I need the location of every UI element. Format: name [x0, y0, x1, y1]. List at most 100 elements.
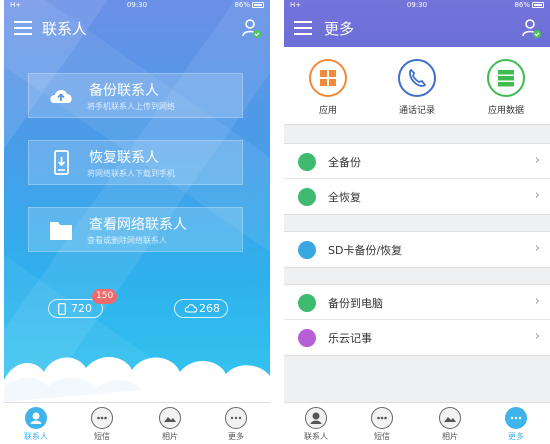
restore-contacts-card[interactable]: 恢复联系人 将网络联系人下载到手机 [28, 140, 243, 185]
list-item-label: 全恢复 [328, 191, 361, 204]
list-item-label: 备份到电脑 [328, 297, 383, 310]
title-bar: 更多 [284, 11, 550, 47]
folder-icon [50, 222, 72, 240]
more-icon [225, 407, 247, 429]
pc-group: 备份到电脑 › 乐云记事 › [284, 284, 550, 356]
person-icon [25, 407, 47, 429]
quick-apps[interactable]: 应用 [296, 59, 360, 116]
clock: 09:30 [406, 1, 428, 9]
quick-app-data[interactable]: 应用数据 [474, 59, 538, 116]
new-contacts-badge: 150 [92, 289, 118, 304]
signal-indicator: H+ [290, 1, 302, 9]
account-icon[interactable] [240, 17, 262, 39]
database-icon [487, 59, 525, 97]
account-icon[interactable] [520, 17, 542, 39]
contacts-screen: H+ 09:30 86% 联系人 备份联系人 将手机联系人上传到网络 恢复联系人… [4, 0, 270, 444]
list-item-sd-card[interactable]: SD卡备份/恢复 › [284, 232, 550, 267]
message-icon [371, 407, 393, 429]
message-icon [91, 407, 113, 429]
more-icon [505, 407, 527, 429]
quick-actions: 应用 通话记录 应用数据 [284, 47, 550, 125]
battery-percent: 86% [514, 1, 530, 9]
tab-more-label: 更多 [228, 432, 244, 441]
photo-icon [439, 407, 461, 429]
tab-messages-label: 短信 [374, 432, 390, 441]
local-count-value: 720 [71, 302, 92, 315]
view-online-contacts-title: 查看网络联系人 [89, 217, 187, 233]
tab-more-label: 更多 [508, 432, 524, 441]
tab-contacts[interactable]: 联系人 [16, 407, 56, 443]
tab-photos-label: 相片 [162, 432, 178, 441]
tab-messages-label: 短信 [94, 432, 110, 441]
view-online-contacts-subtitle: 查看或删除网络联系人 [87, 236, 167, 245]
chevron-right-icon: › [534, 188, 540, 203]
quick-app-data-label: 应用数据 [487, 106, 524, 116]
quick-call-log[interactable]: 通话记录 [385, 59, 449, 116]
list-item-full-restore[interactable]: 全恢复 › [284, 179, 550, 214]
tab-contacts[interactable]: 联系人 [296, 407, 336, 443]
bottom-tab-bar: 联系人 短信 相片 更多 [284, 402, 550, 444]
phone-download-icon [54, 150, 69, 175]
tab-messages[interactable]: 短信 [362, 407, 402, 443]
view-online-contacts-card[interactable]: 查看网络联系人 查看或删除网络联系人 [28, 207, 243, 252]
screen-divider [272, 0, 282, 444]
phone-icon [58, 303, 66, 315]
more-screen: H+ 09:30 86% 更多 应用 通话记录 应用数据 全备份 › 全恢复 ›… [284, 0, 550, 444]
computer-icon [298, 294, 316, 312]
full-backup-icon [298, 153, 316, 171]
battery-icon [252, 2, 264, 8]
cloud-count-value: 268 [199, 302, 220, 315]
backup-contacts-card[interactable]: 备份联系人 将手机联系人上传到网络 [28, 73, 243, 118]
backup-group: 全备份 › 全恢复 › [284, 143, 550, 215]
battery-icon [532, 2, 544, 8]
menu-icon[interactable] [294, 21, 312, 35]
status-bar: H+ 09:30 86% [4, 0, 270, 11]
clouds-decoration [4, 356, 270, 402]
header: H+ 09:30 86% 更多 [284, 0, 550, 47]
page-title: 更多 [324, 20, 355, 38]
list-item-label: SD卡备份/恢复 [328, 244, 403, 257]
person-icon [305, 407, 327, 429]
sd-group: SD卡备份/恢复 › [284, 231, 550, 268]
clock: 09:30 [126, 1, 148, 9]
quick-call-log-label: 通话记录 [398, 106, 435, 116]
list-item-backup-to-pc[interactable]: 备份到电脑 › [284, 285, 550, 320]
cloud-icon [184, 304, 198, 313]
apps-icon [309, 59, 347, 97]
chevron-right-icon: › [534, 294, 540, 309]
restore-contacts-subtitle: 将网络联系人下载到手机 [87, 169, 175, 178]
title-bar: 联系人 [4, 11, 270, 47]
list-item-cloud-notes[interactable]: 乐云记事 › [284, 320, 550, 355]
restore-contacts-title: 恢复联系人 [89, 150, 159, 166]
backup-contacts-subtitle: 将手机联系人上传到网络 [87, 102, 175, 111]
page-title: 联系人 [42, 20, 88, 38]
tab-more[interactable]: 更多 [496, 407, 536, 443]
phone-icon [398, 59, 436, 97]
list-item-full-backup[interactable]: 全备份 › [284, 144, 550, 179]
tab-photos[interactable]: 相片 [150, 407, 190, 443]
status-bar: H+ 09:30 86% [284, 0, 550, 11]
screenshot-pair: H+ 09:30 86% 联系人 备份联系人 将手机联系人上传到网络 恢复联系人… [0, 0, 550, 444]
chevron-right-icon: › [534, 329, 540, 344]
menu-icon[interactable] [14, 21, 32, 35]
full-restore-icon [298, 188, 316, 206]
quick-apps-label: 应用 [318, 106, 337, 116]
tab-photos-label: 相片 [442, 432, 458, 441]
signal-indicator: H+ [10, 1, 22, 9]
list-item-label: 全备份 [328, 156, 361, 169]
chevron-right-icon: › [534, 153, 540, 168]
cloud-contacts-count[interactable]: 268 [174, 299, 228, 318]
tab-contacts-label: 联系人 [24, 432, 48, 441]
note-icon [298, 329, 316, 347]
sd-card-icon [298, 241, 316, 259]
cloud-upload-icon [50, 89, 72, 103]
tab-contacts-label: 联系人 [304, 432, 328, 441]
battery-percent: 86% [234, 1, 250, 9]
list-item-label: 乐云记事 [328, 332, 372, 345]
photo-icon [159, 407, 181, 429]
chevron-right-icon: › [534, 241, 540, 256]
tab-messages[interactable]: 短信 [82, 407, 122, 443]
backup-contacts-title: 备份联系人 [89, 83, 159, 99]
tab-photos[interactable]: 相片 [430, 407, 470, 443]
tab-more[interactable]: 更多 [216, 407, 256, 443]
